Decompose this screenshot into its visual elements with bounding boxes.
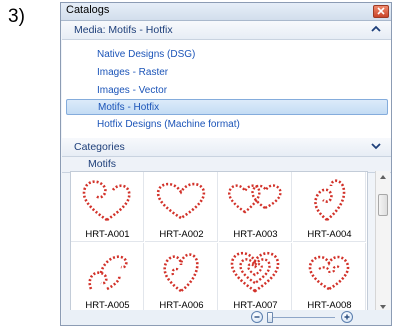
media-section-header[interactable]: Media: Motifs - Hotfix xyxy=(62,21,391,40)
media-item-label: Images - Vector xyxy=(97,85,168,96)
motifs-section-label: Motifs xyxy=(88,158,117,170)
media-item-label: Motifs - Hotfix xyxy=(98,102,160,113)
vertical-scrollbar[interactable] xyxy=(375,171,390,313)
zoom-slider-track[interactable] xyxy=(268,317,335,318)
media-item-hotfix-designs[interactable]: Hotfix Designs (Machine format) xyxy=(66,117,388,133)
swirl-motif-icon xyxy=(88,255,128,291)
scroll-up-arrow-icon[interactable] xyxy=(379,174,387,180)
zoom-slider-thumb[interactable] xyxy=(267,312,273,323)
motif-tile-hrt-a008[interactable]: HRT-A008 xyxy=(293,243,366,313)
chevron-up-icon[interactable] xyxy=(371,25,381,33)
categories-section-header[interactable]: Categories xyxy=(62,138,391,157)
motif-tile-hrt-a004[interactable]: HRT-A004 xyxy=(293,172,366,242)
motif-tile-hrt-a007[interactable]: HRT-A007 xyxy=(219,243,292,313)
motif-tile-hrt-a002[interactable]: HRT-A002 xyxy=(145,172,218,242)
motif-name: HRT-A004 xyxy=(307,229,352,240)
media-item-motifs-hotfix[interactable]: Motifs - Hotfix xyxy=(66,99,388,115)
motif-tile-hrt-a006[interactable]: HRT-A006 xyxy=(145,243,218,313)
media-list: Native Designs (DSG) Images - Raster Ima… xyxy=(62,40,391,138)
media-item-label: Hotfix Designs (Machine format) xyxy=(97,119,240,130)
heart-spiral-motif-icon xyxy=(314,179,346,222)
heart-motif-icon xyxy=(156,182,206,220)
media-item-native-designs[interactable]: Native Designs (DSG) xyxy=(66,47,388,63)
media-item-images-vector[interactable]: Images - Vector xyxy=(66,83,388,99)
motif-tile-hrt-a001[interactable]: HRT-A001 xyxy=(71,172,144,242)
media-item-label: Native Designs (DSG) xyxy=(97,49,196,60)
heart-scroll-motif-icon xyxy=(163,253,199,293)
filled-heart-motif-icon xyxy=(230,251,280,293)
step-number-label: 3) xyxy=(8,6,25,27)
motif-name: HRT-A001 xyxy=(85,229,130,240)
heart-flourish-motif-icon xyxy=(308,255,350,291)
scrollbar-thumb[interactable] xyxy=(378,194,388,216)
motif-name: HRT-A002 xyxy=(159,229,204,240)
heart-swirl-motif-icon xyxy=(82,180,131,222)
window-title: Catalogs xyxy=(66,4,110,16)
catalogs-panel: Catalogs Media: Motifs - Hotfix Native D… xyxy=(60,2,392,326)
title-bar: Catalogs xyxy=(61,3,391,21)
plus-icon xyxy=(344,314,350,320)
chevron-down-icon[interactable] xyxy=(371,142,381,150)
media-section-label: Media: Motifs - Hotfix xyxy=(74,24,173,36)
motif-name: HRT-A003 xyxy=(233,229,278,240)
categories-section-label: Categories xyxy=(74,141,125,153)
double-heart-motif-icon xyxy=(228,184,282,214)
zoom-out-button[interactable] xyxy=(251,311,263,323)
close-button[interactable] xyxy=(373,5,389,18)
minus-icon xyxy=(254,316,260,318)
zoom-bar xyxy=(62,310,391,325)
media-item-images-raster[interactable]: Images - Raster xyxy=(66,65,388,81)
close-icon xyxy=(377,7,385,15)
zoom-in-button[interactable] xyxy=(341,311,353,323)
motif-thumbnail-grid: HRT-A001 HRT-A002 HRT-A003 HRT-A004 HRT-… xyxy=(70,171,368,315)
media-item-label: Images - Raster xyxy=(97,67,169,78)
motif-tile-hrt-a005[interactable]: HRT-A005 xyxy=(71,243,144,313)
motif-tile-hrt-a003[interactable]: HRT-A003 xyxy=(219,172,292,242)
